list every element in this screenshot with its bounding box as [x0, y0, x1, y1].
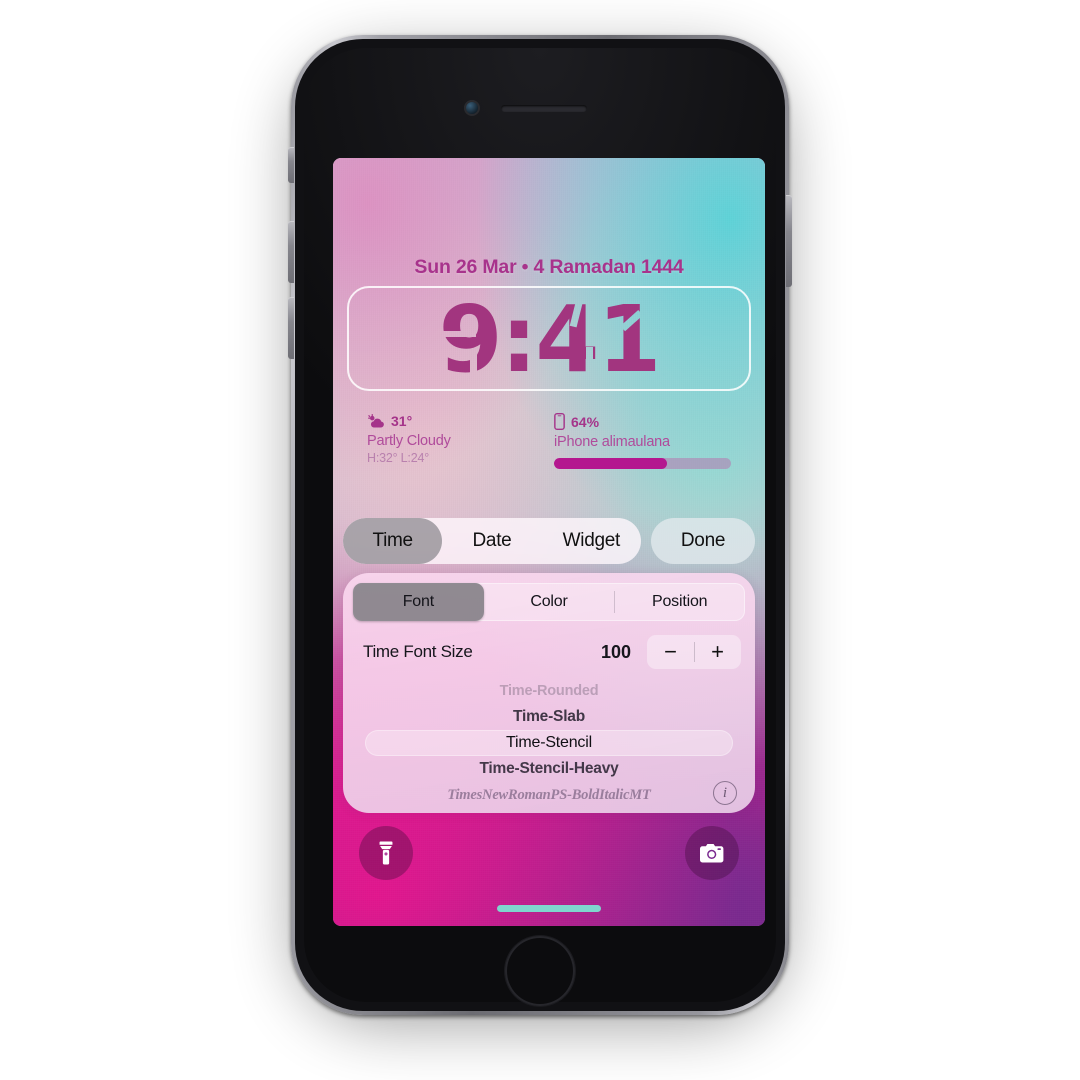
battery-percent: 64%	[571, 413, 600, 430]
flashlight-icon	[379, 841, 393, 865]
battery-header: 64%	[554, 413, 731, 430]
volume-up-button[interactable]	[288, 221, 294, 283]
phone-body: Sun 26 Mar • 4 Ramadan 1444 9:41 31° Par…	[288, 35, 792, 1015]
font-picker-wheel[interactable]: Time-Rounded Time-Slab Time-Stencil Time…	[353, 678, 745, 809]
battery-bar-fill	[554, 458, 668, 469]
phone-bezel: Sun 26 Mar • 4 Ramadan 1444 9:41 31° Par…	[295, 39, 785, 1011]
tab-widget[interactable]: Widget	[542, 518, 641, 564]
subtab-color[interactable]: Color	[484, 583, 615, 621]
power-button[interactable]	[786, 195, 792, 287]
sun-behind-cloud-icon	[368, 413, 384, 428]
battery-widget[interactable]: 64% iPhone alimaulana	[554, 413, 731, 469]
editor-top-bar: Time Date Widget Done	[333, 518, 765, 564]
lockscreen-widgets: 31° Partly Cloudy H:32° L:24° 64% iPhone…	[333, 413, 765, 469]
weather-header: 31°	[367, 413, 544, 429]
weather-condition: Partly Cloudy	[367, 433, 451, 449]
tab-date[interactable]: Date	[442, 518, 541, 564]
phone-screen[interactable]: Sun 26 Mar • 4 Ramadan 1444 9:41 31° Par…	[333, 158, 765, 926]
font-size-increment-button[interactable]: +	[694, 635, 741, 669]
battery-device-name: iPhone alimaulana	[554, 434, 670, 450]
weather-high-low: H:32° L:24°	[367, 451, 430, 465]
camera-button[interactable]	[685, 826, 739, 880]
font-size-row: Time Font Size 100 − +	[363, 633, 741, 671]
phone-front-face: Sun 26 Mar • 4 Ramadan 1444 9:41 31° Par…	[304, 48, 776, 1006]
font-size-label: Time Font Size	[363, 642, 473, 661]
font-editor-panel: Font Color Position Time Font Size 100 −…	[343, 573, 755, 813]
svg-text:9:41: 9:41	[439, 291, 660, 387]
mute-switch[interactable]	[288, 147, 294, 183]
tab-time[interactable]: Time	[343, 518, 443, 564]
battery-bar-track	[554, 458, 731, 469]
clock-selection-box[interactable]: 9:41	[347, 286, 751, 391]
done-button[interactable]: Done	[651, 518, 755, 564]
speaker-grille-icon	[501, 105, 587, 112]
camera-icon	[700, 843, 724, 862]
screenshot-stage: Sun 26 Mar • 4 Ramadan 1444 9:41 31° Par…	[0, 0, 1080, 1080]
font-option-time-rounded[interactable]: Time-Rounded	[353, 678, 745, 704]
font-option-time-slab[interactable]: Time-Slab	[353, 704, 745, 730]
font-option-time-stencil[interactable]: Time-Stencil	[365, 730, 733, 756]
quick-actions-row	[333, 826, 765, 880]
clock-time-stencil: 9:41	[439, 291, 662, 387]
home-button[interactable]	[505, 936, 575, 1006]
subtab-position[interactable]: Position	[614, 583, 745, 621]
font-size-stepper[interactable]: − +	[647, 635, 741, 669]
lock-screen: Sun 26 Mar • 4 Ramadan 1444 9:41 31° Par…	[333, 158, 765, 926]
editor-main-tabs[interactable]: Time Date Widget	[343, 518, 641, 564]
editor-sub-tabs[interactable]: Font Color Position	[353, 583, 745, 621]
lockscreen-date[interactable]: Sun 26 Mar • 4 Ramadan 1444	[333, 256, 765, 279]
iphone-icon	[554, 413, 565, 430]
volume-down-button[interactable]	[288, 297, 294, 359]
front-camera-icon	[464, 100, 480, 116]
font-option-time-stencil-heavy[interactable]: Time-Stencil-Heavy	[353, 756, 745, 782]
font-option-times-new-roman[interactable]: TimesNewRomanPS-BoldItalicMT	[353, 782, 745, 808]
weather-temperature: 31°	[391, 413, 413, 429]
font-size-decrement-button[interactable]: −	[647, 635, 694, 669]
font-size-value: 100	[600, 641, 631, 662]
flashlight-button[interactable]	[359, 826, 413, 880]
subtab-font[interactable]: Font	[353, 583, 484, 621]
weather-widget[interactable]: 31° Partly Cloudy H:32° L:24°	[367, 413, 544, 469]
home-indicator[interactable]	[497, 905, 601, 912]
info-icon[interactable]: i	[713, 781, 737, 805]
